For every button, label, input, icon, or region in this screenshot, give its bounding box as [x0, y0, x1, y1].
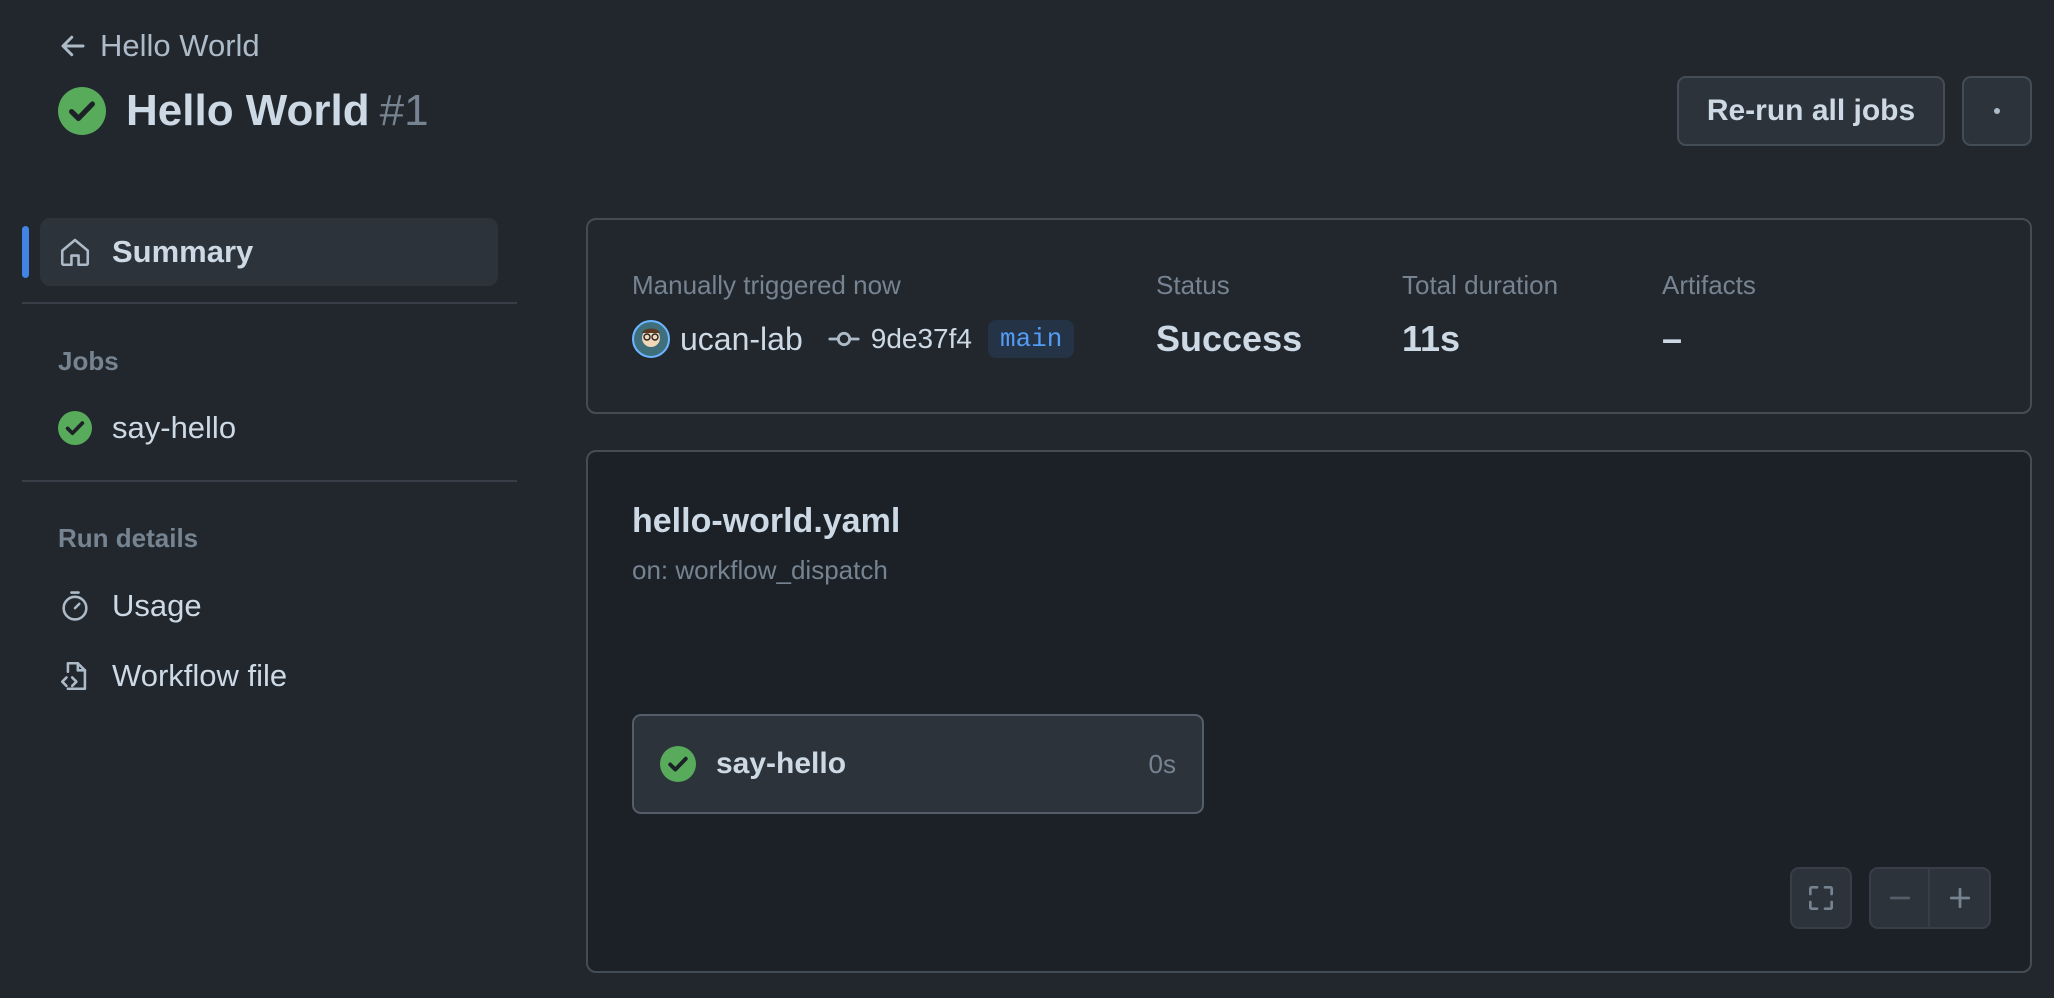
zoom-in-button[interactable] — [1930, 869, 1989, 927]
job-name: say-hello — [716, 747, 847, 780]
git-commit-icon — [828, 331, 860, 347]
workflow-graph-card: hello-world.yaml on: workflow_dispatch s… — [586, 450, 2032, 973]
home-icon — [60, 238, 90, 267]
duration-value: 11s — [1402, 318, 1461, 359]
active-indicator — [22, 226, 29, 278]
sidebar-item-workflow-file[interactable]: Workflow file — [58, 658, 287, 694]
sidebar-item-label: say-hello — [112, 410, 237, 445]
sidebar-item-summary[interactable]: Summary — [40, 218, 498, 286]
workflow-trigger: on: workflow_dispatch — [632, 555, 888, 585]
minus-icon — [1889, 896, 1910, 900]
job-node-say-hello[interactable]: say-hello 0s — [632, 714, 1204, 814]
sidebar-divider — [22, 480, 517, 482]
arrow-left-icon — [61, 35, 85, 57]
sidebar-item-label: Workflow file — [112, 658, 288, 693]
sidebar-job-say-hello[interactable]: say-hello — [58, 410, 236, 446]
run-number: #1 — [379, 86, 429, 135]
zoom-out-button[interactable] — [1871, 869, 1931, 927]
fullscreen-icon — [1809, 886, 1833, 910]
duration-label: Total duration — [1402, 270, 1559, 300]
job-duration: 0s — [1148, 748, 1176, 779]
avatar-image — [634, 322, 668, 356]
file-code-icon — [60, 661, 87, 691]
status-value: Success — [1156, 318, 1303, 359]
status-label: Status — [1156, 270, 1230, 300]
artifacts-value: – — [1662, 318, 1683, 359]
check-circle-icon — [660, 746, 696, 782]
sidebar-item-label: Usage — [112, 588, 202, 623]
run-details-heading: Run details — [58, 523, 199, 553]
kebab-horizontal-icon — [1994, 108, 2000, 114]
back-link-label: Hello World — [100, 28, 260, 63]
actor-link[interactable]: ucan-lab — [680, 321, 803, 358]
sidebar-divider — [22, 302, 517, 304]
check-circle-icon — [58, 411, 92, 445]
branch-label[interactable]: main — [987, 320, 1075, 358]
zoom-controls — [1869, 867, 1991, 929]
back-link[interactable]: Hello World — [58, 28, 260, 64]
more-options-button[interactable] — [1962, 76, 2032, 146]
run-title: Hello World — [126, 86, 370, 135]
page-title: Hello World #1 — [58, 86, 429, 136]
trigger-info: ucan-lab 9de37f4 main — [632, 320, 1075, 358]
run-summary-card: Manually triggered now ucan-lab 9de37f4 … — [586, 218, 2032, 414]
commit-sha-link[interactable]: 9de37f4 — [871, 323, 972, 355]
check-circle-icon — [58, 87, 106, 135]
trigger-label: Manually triggered now — [632, 270, 901, 300]
plus-icon — [1949, 887, 1970, 909]
rerun-all-jobs-button[interactable]: Re-run all jobs — [1677, 76, 1945, 146]
sidebar-item-label: Summary — [112, 234, 254, 269]
workflow-name: hello-world.yaml — [632, 502, 901, 540]
sidebar-item-usage[interactable]: Usage — [58, 588, 202, 624]
stopwatch-icon — [62, 591, 88, 621]
avatar[interactable] — [632, 320, 670, 358]
fullscreen-button[interactable] — [1790, 867, 1852, 929]
artifacts-label: Artifacts — [1662, 270, 1756, 300]
jobs-heading: Jobs — [58, 346, 119, 376]
